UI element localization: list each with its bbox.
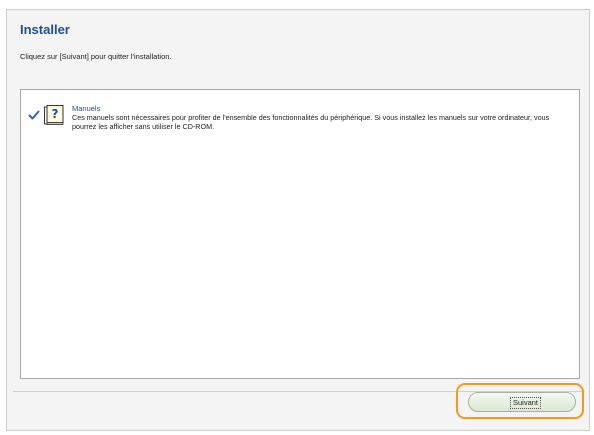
- next-button-label: Suivant: [510, 397, 542, 409]
- list-item-manuels[interactable]: ? Manuels Ces manuels sont nécessaires p…: [26, 102, 571, 146]
- item-title: Manuels: [72, 104, 101, 113]
- manual-help-icon: ?: [44, 105, 64, 125]
- next-button[interactable]: Suivant: [468, 392, 576, 412]
- svg-text:?: ?: [52, 107, 59, 121]
- page-title: Installer: [20, 22, 70, 37]
- instruction-text: Cliquez sur [Suivant] pour quitter l'ins…: [20, 52, 172, 61]
- installer-window: Installer Cliquez sur [Suivant] pour qui…: [6, 9, 590, 431]
- component-list: ? Manuels Ces manuels sont nécessaires p…: [20, 89, 580, 379]
- checkmark-icon[interactable]: [28, 109, 40, 121]
- item-description: Ces manuels sont nécessaires pour profit…: [72, 113, 550, 131]
